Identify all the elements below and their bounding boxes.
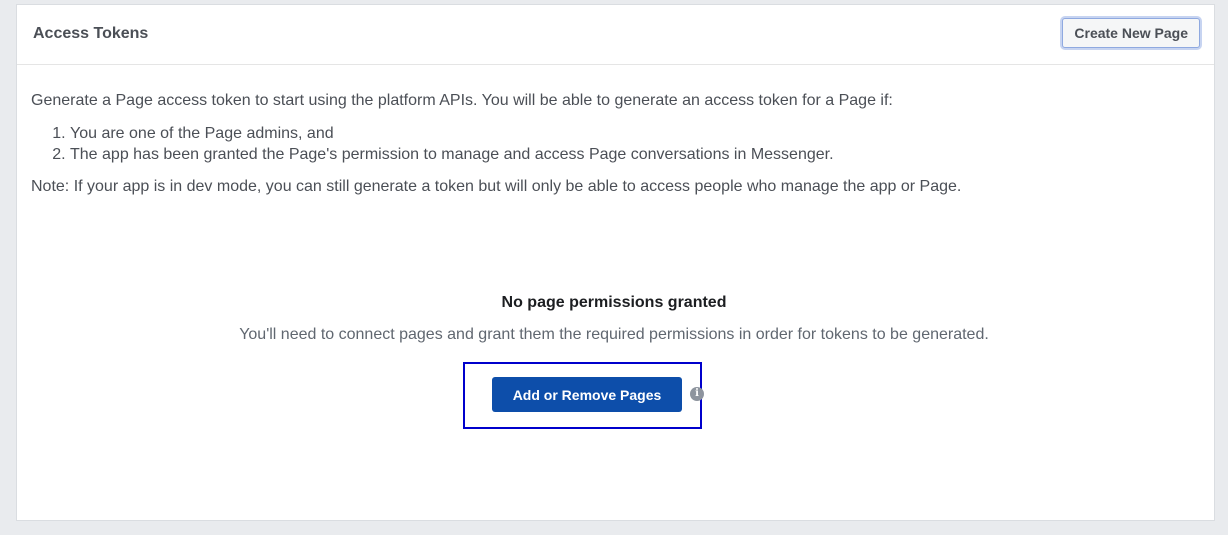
panel-title: Access Tokens bbox=[33, 25, 149, 42]
add-or-remove-pages-button[interactable]: Add or Remove Pages bbox=[492, 377, 682, 412]
intro-text: Generate a Page access token to start us… bbox=[31, 92, 893, 109]
condition-item: The app has been granted the Page's perm… bbox=[70, 144, 834, 165]
empty-state-title: No page permissions granted bbox=[501, 294, 727, 311]
dev-mode-note: Note: If your app is in dev mode, you ca… bbox=[31, 178, 962, 195]
condition-item: You are one of the Page admins, and bbox=[70, 123, 834, 144]
panel-header: Access Tokens Create New Page bbox=[17, 5, 1214, 65]
empty-state-description: You'll need to connect pages and grant t… bbox=[239, 326, 989, 343]
access-tokens-panel: Access Tokens Create New Page bbox=[16, 4, 1215, 521]
create-new-page-button[interactable]: Create New Page bbox=[1062, 18, 1200, 48]
conditions-list: You are one of the Page admins, and The … bbox=[48, 123, 834, 165]
info-icon[interactable]: i bbox=[690, 387, 704, 401]
